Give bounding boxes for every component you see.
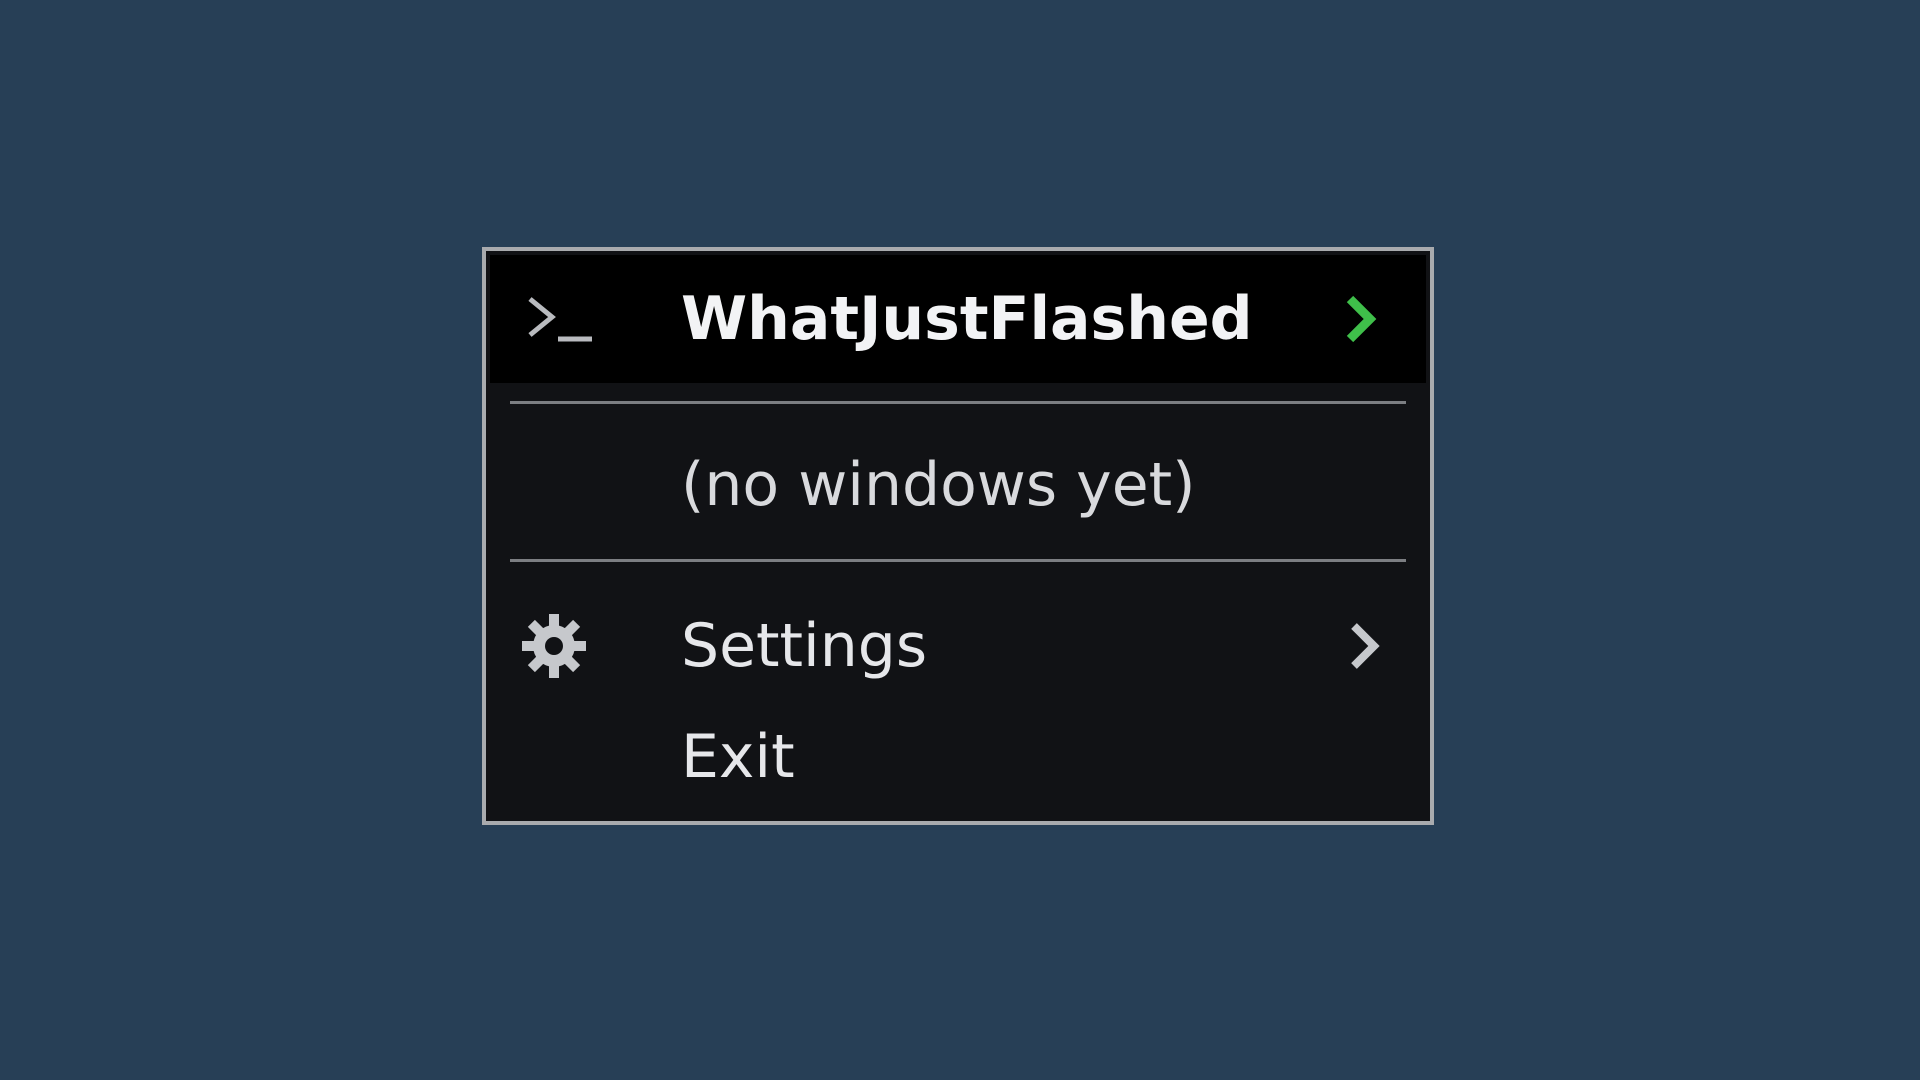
settings-label: Settings	[681, 611, 928, 681]
settings-menu-item[interactable]: Settings	[486, 591, 1430, 701]
gear-icon	[518, 610, 590, 682]
exit-label: Exit	[681, 722, 795, 792]
menu-header-item[interactable]: WhatJustFlashed	[490, 255, 1426, 383]
menu-separator	[510, 401, 1406, 404]
no-windows-item: (no windows yet)	[486, 413, 1430, 557]
chevron-right-icon	[1340, 291, 1380, 347]
tray-context-menu: WhatJustFlashed (no windows yet) Setting…	[482, 247, 1434, 825]
terminal-prompt-icon	[522, 283, 594, 355]
menu-separator	[510, 559, 1406, 562]
exit-menu-item[interactable]: Exit	[486, 707, 1430, 807]
app-title: WhatJustFlashed	[681, 284, 1253, 354]
chevron-right-icon	[1344, 618, 1384, 674]
no-windows-label: (no windows yet)	[681, 450, 1196, 520]
